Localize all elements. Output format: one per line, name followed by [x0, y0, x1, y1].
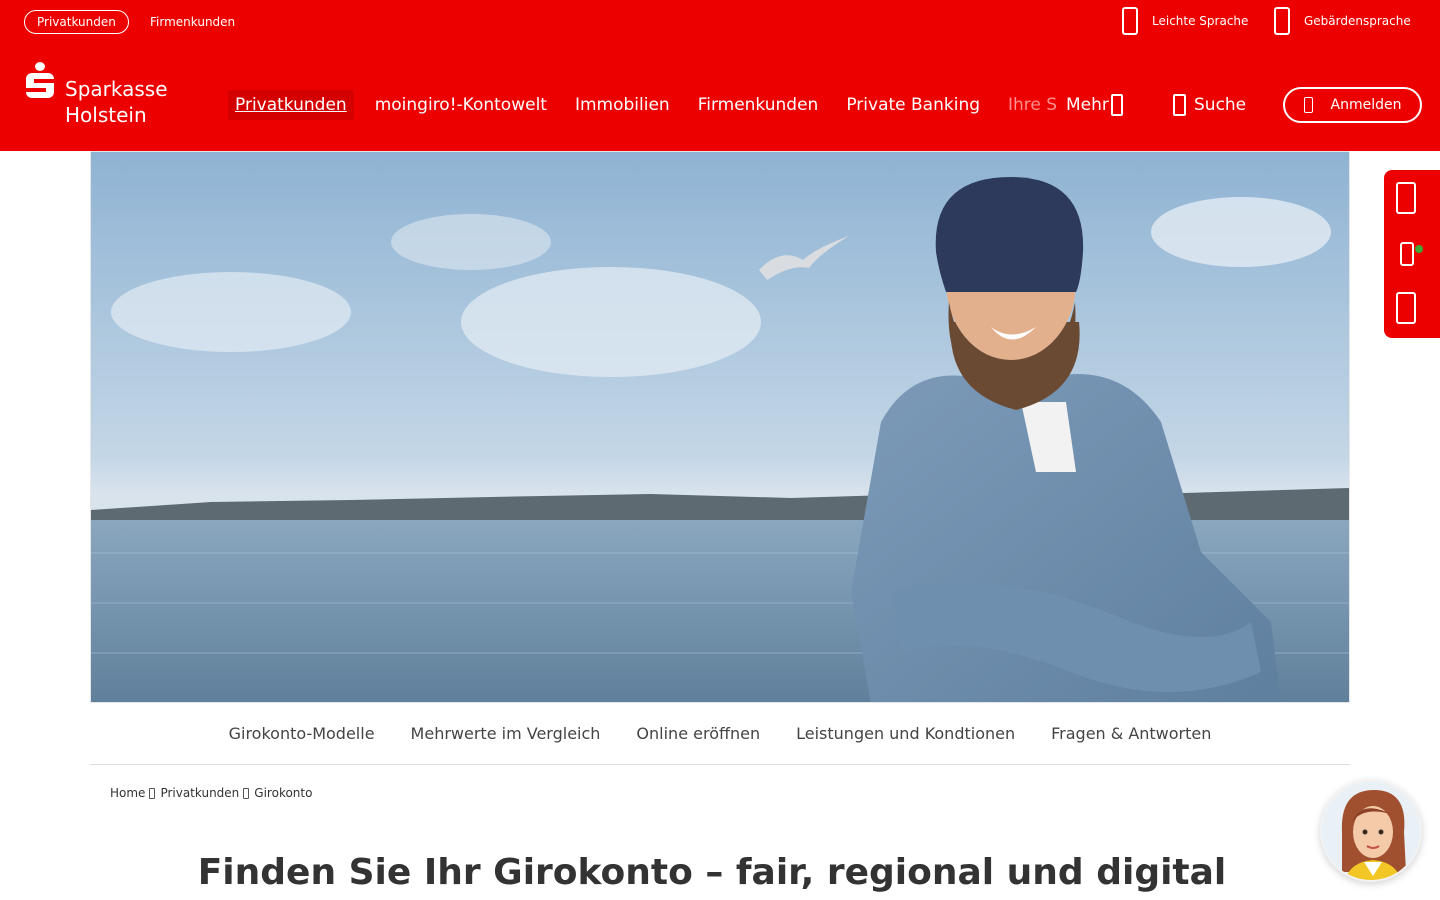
subnav-girokonto-modelle[interactable]: Girokonto-Modelle: [229, 724, 375, 743]
lock-icon: [1303, 97, 1313, 113]
easy-language-link[interactable]: Leichte Sprache: [1122, 6, 1248, 36]
contact-sidebar: [1384, 170, 1440, 338]
page-title: Finden Sie Ihr Girokonto – fair, regiona…: [197, 852, 1227, 893]
hero-photo: [91, 152, 1349, 702]
mail-icon[interactable]: [1396, 292, 1416, 324]
breadcrumb-privatkunden[interactable]: Privatkunden: [160, 786, 239, 800]
nav-item-immobilien[interactable]: Immobilien: [575, 90, 670, 120]
breadcrumb-girokonto: Girokonto: [254, 786, 313, 800]
breadcrumb-home[interactable]: Home: [110, 786, 145, 800]
subnav-fragen-antworten[interactable]: Fragen & Antworten: [1051, 724, 1211, 743]
search-label: Suche: [1194, 95, 1247, 115]
hero-image: [90, 151, 1350, 703]
search-button[interactable]: Suche: [1173, 90, 1246, 120]
nav-item-moingiro[interactable]: moingiro!-Kontowelt: [375, 90, 547, 120]
nav-item-firmenkunden[interactable]: Firmenkunden: [698, 90, 819, 120]
chevron-down-icon: [1110, 94, 1123, 116]
sign-language-link[interactable]: Gebärdensprache: [1274, 6, 1411, 36]
subnav-mehrwerte[interactable]: Mehrwerte im Vergleich: [411, 724, 601, 743]
chevron-right-icon: [243, 787, 250, 799]
nav-item-privatkunden[interactable]: Privatkunden: [228, 90, 354, 120]
brand-name: Sparkasse Holstein: [65, 77, 168, 127]
page-subnavigation: Girokonto-Modelle Mehrwerte im Vergleich…: [90, 703, 1350, 765]
login-label: Anmelden: [1330, 97, 1402, 113]
chat-icon[interactable]: [1400, 242, 1414, 266]
chevron-right-icon: [149, 787, 156, 799]
sparkasse-s-icon: [26, 62, 54, 98]
site-header: Privatkunden Firmenkunden Leichte Sprach…: [0, 0, 1440, 151]
more-label: Mehr: [1066, 95, 1109, 115]
nav-item-private-banking[interactable]: Private Banking: [846, 90, 980, 120]
virtual-assistant-avatar[interactable]: [1320, 780, 1422, 882]
segment-firmenkunden[interactable]: Firmenkunden: [150, 10, 235, 34]
easy-language-label: Leichte Sprache: [1152, 14, 1249, 28]
subnav-online-eroeffnen[interactable]: Online eröffnen: [636, 724, 760, 743]
search-icon: [1173, 94, 1186, 116]
subnav-leistungen[interactable]: Leistungen und Kondtionen: [796, 724, 1015, 743]
brand-logo[interactable]: Sparkasse Holstein: [26, 62, 186, 127]
breadcrumb: Home Privatkunden Girokonto: [110, 786, 312, 800]
assistant-portrait: [1322, 782, 1420, 880]
online-status-dot: [1415, 245, 1423, 253]
nav-item-ihre-s[interactable]: Ihre S: [1008, 90, 1064, 120]
login-button[interactable]: Anmelden: [1283, 87, 1422, 123]
top-bar: Privatkunden Firmenkunden Leichte Sprach…: [0, 0, 1440, 44]
main-navigation: Privatkunden moingiro!-Kontowelt Immobil…: [228, 90, 1064, 120]
segment-privatkunden[interactable]: Privatkunden: [24, 10, 129, 34]
more-menu-button[interactable]: Mehr: [1066, 90, 1123, 120]
sign-language-label: Gebärdensprache: [1304, 14, 1411, 28]
sign-language-icon: [1274, 7, 1290, 35]
easy-language-icon: [1122, 7, 1138, 35]
phone-icon[interactable]: [1396, 182, 1416, 214]
